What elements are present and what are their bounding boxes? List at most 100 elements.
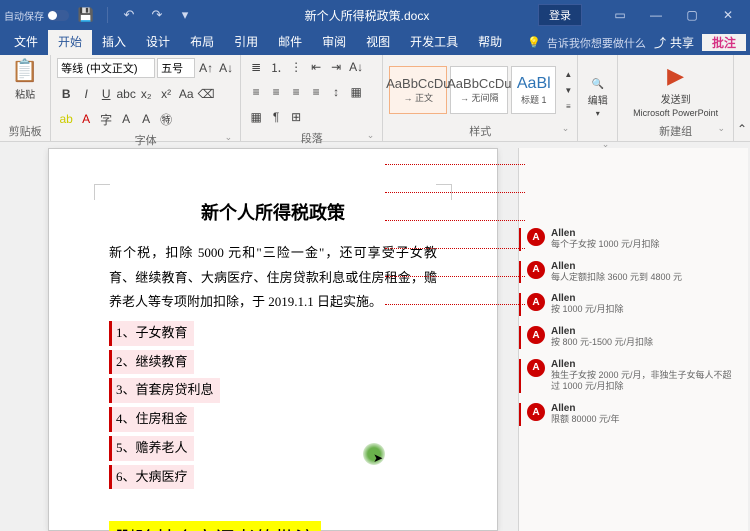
paste-button[interactable]: 📋 粘贴: [7, 58, 43, 101]
snap-grid-button[interactable]: ⊞: [287, 108, 305, 126]
title-bar: 自动保存 💾 ↶ ↷ ▾ 新个人所得税政策.docx 登录 ▭ — ▢ ✕: [0, 0, 750, 30]
menu-mailings[interactable]: 邮件: [268, 30, 312, 55]
comment-text: 限额 80000 元/年: [551, 414, 740, 426]
document-area: 新个人所得税政策 新个税，扣除 5000 元和"三险一金"，还可享受子女教育、继…: [0, 142, 750, 531]
font-name-select[interactable]: 等线 (中文正文): [57, 58, 155, 78]
close-icon[interactable]: ✕: [710, 0, 746, 30]
comment-item[interactable]: A Allen 限额 80000 元/年: [527, 403, 740, 426]
minimize-icon[interactable]: —: [638, 0, 674, 30]
comment-item[interactable]: A Allen 按 1000 元/月扣除: [527, 293, 740, 316]
phonetic-guide-button[interactable]: 字: [97, 110, 115, 128]
numbering-button[interactable]: ⒈: [267, 58, 285, 76]
increase-font-icon[interactable]: A↑: [197, 59, 215, 77]
collapse-ribbon-icon[interactable]: ⌃: [734, 120, 750, 138]
menu-design[interactable]: 设计: [136, 30, 180, 55]
comment-item[interactable]: A Allen 独生子女按 2000 元/月，非独生子女每人不超过 1000 元…: [527, 359, 740, 393]
ribbon-group-label-paragraph: 段落: [247, 129, 376, 147]
login-button[interactable]: 登录: [538, 4, 582, 26]
comment-item[interactable]: A Allen 每人定额扣除 3600 元到 4800 元: [527, 261, 740, 284]
shading-button[interactable]: ▦: [347, 83, 365, 101]
multilevel-button[interactable]: ⋮: [287, 58, 305, 76]
menu-review[interactable]: 审阅: [312, 30, 356, 55]
styles-up-icon[interactable]: ▲: [559, 67, 577, 81]
avatar: A: [527, 326, 545, 344]
font-color-button[interactable]: A: [77, 110, 95, 128]
ribbon-group-label-styles: 样式: [389, 122, 571, 140]
comment-author: Allen: [551, 261, 740, 272]
bullets-button[interactable]: ≣: [247, 58, 265, 76]
comment-text: 按 800 元-1500 元/月扣除: [551, 337, 740, 349]
ribbon-options-icon[interactable]: ▭: [602, 0, 638, 30]
share-button[interactable]: ⤴ 共享: [646, 34, 702, 51]
font-size-select[interactable]: 五号: [157, 58, 195, 78]
menu-view[interactable]: 视图: [356, 30, 400, 55]
enclosed-char-button[interactable]: ㊕: [157, 110, 175, 128]
underline-button[interactable]: U: [97, 85, 115, 103]
avatar: A: [527, 403, 545, 421]
ribbon: 📋 粘贴 剪贴板 等线 (中文正文) 五号 A↑ A↓ B I U abc x₂…: [0, 55, 750, 142]
tell-me-placeholder: 告诉我你想要做什么: [547, 35, 646, 51]
comment-item[interactable]: A Allen 按 800 元-1500 元/月扣除: [527, 326, 740, 349]
comment-connector: [385, 164, 525, 165]
align-left-button[interactable]: ≡: [247, 83, 265, 101]
sort-button[interactable]: A↓: [347, 58, 365, 76]
autosave-toggle[interactable]: 自动保存: [4, 4, 69, 26]
quickaccess-dropdown-icon[interactable]: ▾: [174, 4, 196, 26]
comment-author: Allen: [551, 403, 740, 414]
edit-dropdown[interactable]: 🔍 编辑 ▾: [580, 79, 616, 118]
comment-item[interactable]: A Allen 每个子女按 1000 元/月扣除: [527, 228, 740, 251]
doc-list-item: 3、首套房贷利息: [109, 378, 220, 403]
char-border-button[interactable]: A: [117, 110, 135, 128]
comment-connector: [385, 220, 525, 221]
italic-button[interactable]: I: [77, 85, 95, 103]
align-right-button[interactable]: ≡: [287, 83, 305, 101]
ribbon-group-label-font: 字体: [57, 131, 234, 149]
menu-insert[interactable]: 插入: [92, 30, 136, 55]
bold-button[interactable]: B: [57, 85, 75, 103]
avatar: A: [527, 228, 545, 246]
comment-author: Allen: [551, 228, 740, 239]
comment-text: 每个子女按 1000 元/月扣除: [551, 239, 740, 251]
show-marks-button[interactable]: ¶: [267, 108, 285, 126]
justify-button[interactable]: ≡: [307, 83, 325, 101]
maximize-icon[interactable]: ▢: [674, 0, 710, 30]
ribbon-group-paragraph: ≣ ⒈ ⋮ ⇤ ⇥ A↓ ≡ ≡ ≡ ≡ ↕ ▦ ▦ ¶ ⊞ 段落: [241, 55, 383, 141]
annotate-button[interactable]: 批注: [702, 34, 746, 51]
menu-file[interactable]: 文件: [4, 30, 48, 55]
autosave-label: 自动保存: [4, 8, 44, 23]
styles-expand-icon[interactable]: ≡: [559, 99, 577, 113]
comment-author: Allen: [551, 359, 740, 370]
menu-references[interactable]: 引用: [224, 30, 268, 55]
highlight-color-button[interactable]: ab: [57, 110, 75, 128]
sendto-powerpoint-button[interactable]: ▶ 发送到 Microsoft PowerPoint: [633, 63, 718, 118]
undo-icon[interactable]: ↶: [118, 4, 140, 26]
save-icon[interactable]: 💾: [75, 4, 97, 26]
page-margin-marker: [94, 184, 110, 200]
tell-me-search[interactable]: 💡 告诉我你想要做什么: [527, 35, 646, 51]
redo-icon[interactable]: ↷: [146, 4, 168, 26]
style-heading1[interactable]: AaBl 标题 1: [511, 66, 556, 114]
text-effect-button[interactable]: Aa: [177, 85, 195, 103]
style-nospacing[interactable]: AaBbCcDu → 无间隔: [450, 66, 508, 114]
decrease-font-icon[interactable]: A↓: [217, 59, 235, 77]
comment-author: Allen: [551, 326, 740, 337]
decrease-indent-button[interactable]: ⇤: [307, 58, 325, 76]
align-center-button[interactable]: ≡: [267, 83, 285, 101]
superscript-button[interactable]: x²: [157, 85, 175, 103]
comment-connector: [385, 192, 525, 193]
menu-layout[interactable]: 布局: [180, 30, 224, 55]
style-normal[interactable]: AaBbCcDu → 正文: [389, 66, 447, 114]
styles-down-icon[interactable]: ▼: [559, 83, 577, 97]
avatar: A: [527, 359, 545, 377]
document-page[interactable]: 新个人所得税政策 新个税，扣除 5000 元和"三险一金"，还可享受子女教育、继…: [48, 148, 498, 531]
strikethrough-button[interactable]: abc: [117, 85, 135, 103]
char-shading-button[interactable]: A: [137, 110, 155, 128]
line-spacing-button[interactable]: ↕: [327, 83, 345, 101]
borders-button[interactable]: ▦: [247, 108, 265, 126]
menu-home[interactable]: 开始: [48, 30, 92, 55]
menu-help[interactable]: 帮助: [468, 30, 512, 55]
subscript-button[interactable]: x₂: [137, 85, 155, 103]
menu-devtools[interactable]: 开发工具: [400, 30, 468, 55]
increase-indent-button[interactable]: ⇥: [327, 58, 345, 76]
clear-format-icon[interactable]: ⌫: [197, 85, 215, 103]
